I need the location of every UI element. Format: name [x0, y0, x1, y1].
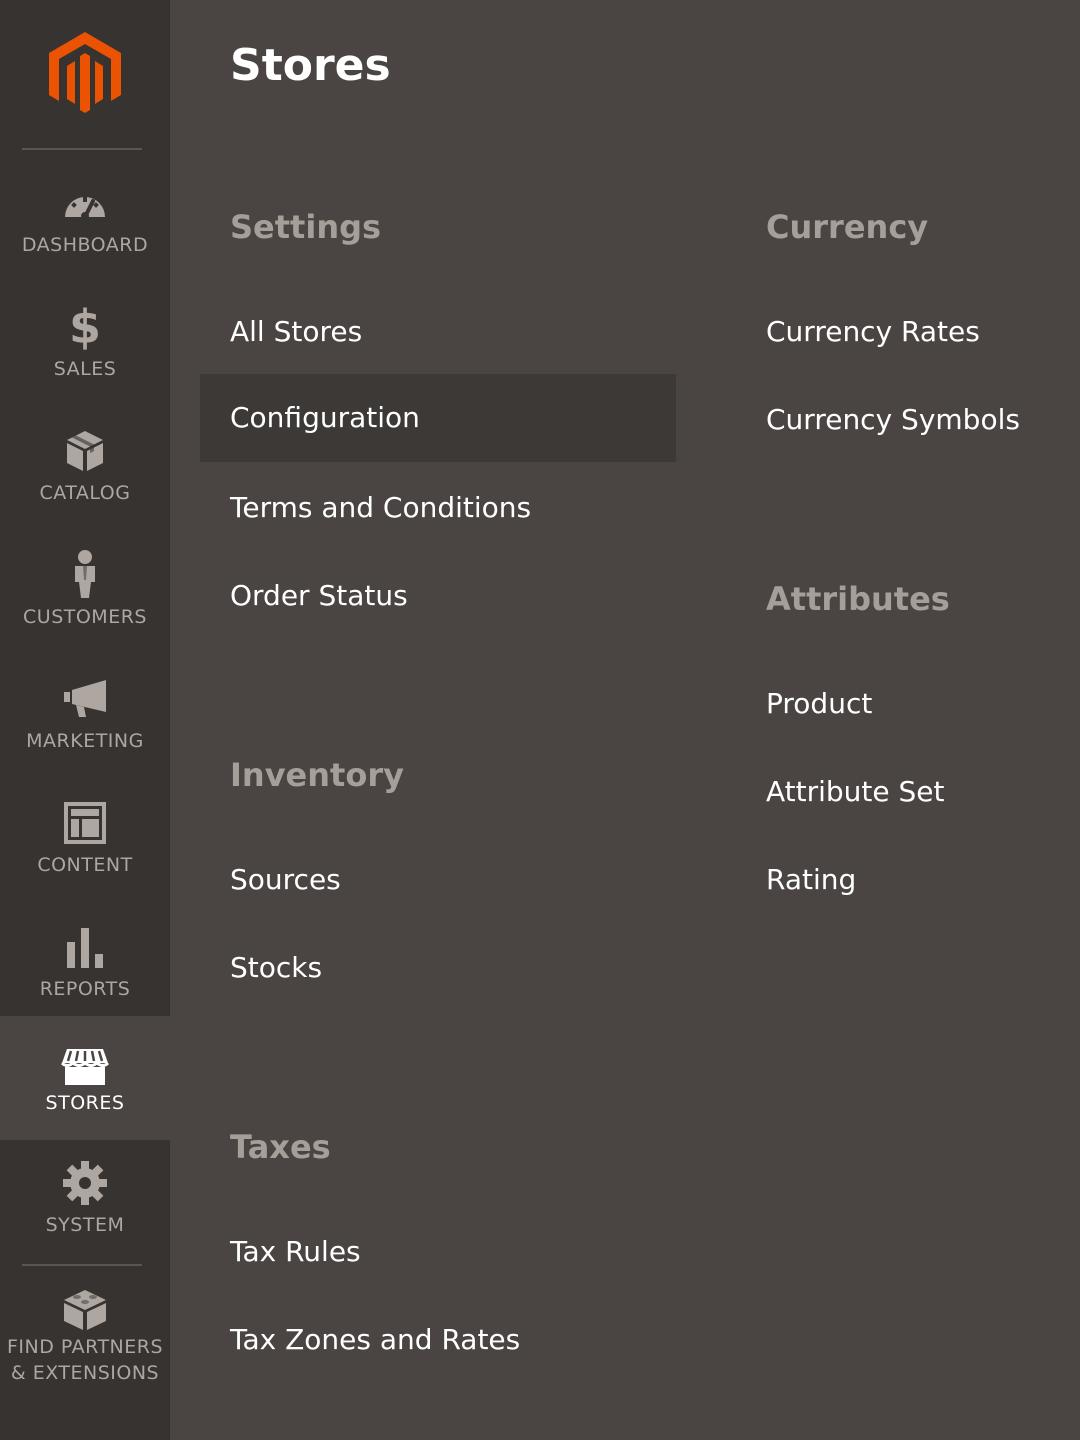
dollar-icon: $	[68, 300, 101, 354]
section-heading-taxes: Taxes	[230, 1128, 331, 1166]
sidebar-item-find-partners[interactable]: FIND PARTNERS & EXTENSIONS	[0, 1274, 170, 1424]
menu-link-configuration[interactable]: Configuration	[200, 374, 676, 462]
sidebar-item-label-line: & EXTENSIONS	[10, 1362, 160, 1384]
sidebar-item-catalog[interactable]: CATALOG	[0, 408, 170, 532]
menu-link-rating[interactable]: Rating	[766, 860, 856, 900]
sidebar-item-label: DASHBOARD	[21, 234, 149, 256]
menu-link-sources[interactable]: Sources	[230, 860, 341, 900]
menu-link-all-stores[interactable]: All Stores	[230, 312, 362, 352]
menu-link-product[interactable]: Product	[766, 684, 872, 724]
sidebar-item-stores[interactable]: STORES	[0, 1016, 170, 1140]
person-icon	[0, 550, 170, 598]
section-heading-settings: Settings	[230, 208, 382, 246]
section-heading-inventory: Inventory	[230, 756, 404, 794]
menu-link-order-status[interactable]: Order Status	[230, 576, 408, 616]
sidebar-item-reports[interactable]: REPORTS	[0, 904, 170, 1028]
section-heading-currency: Currency	[766, 208, 929, 246]
sidebar-item-label-line: FIND PARTNERS	[6, 1336, 164, 1358]
blocks-icon	[0, 1286, 170, 1332]
menu-link-stocks[interactable]: Stocks	[230, 948, 322, 988]
sidebar-item-label: CATALOG	[39, 482, 131, 504]
sidebar-divider	[22, 148, 142, 150]
sidebar-item-sales[interactable]: $ SALES	[0, 284, 170, 408]
sidebar-item-label: SYSTEM	[45, 1214, 125, 1236]
sidebar-item-customers[interactable]: CUSTOMERS	[0, 532, 170, 656]
magento-logo-icon	[49, 32, 121, 113]
box-icon	[0, 428, 170, 474]
page-title: Stores	[230, 40, 391, 91]
sidebar-divider	[22, 1264, 142, 1266]
menu-link-currency-rates[interactable]: Currency Rates	[766, 312, 980, 352]
sidebar-item-marketing[interactable]: MARKETING	[0, 656, 170, 780]
sidebar-item-label: CUSTOMERS	[23, 606, 147, 628]
menu-link-currency-symbols[interactable]: Currency Symbols	[766, 400, 1020, 440]
menu-link-tax-zones-and-rates[interactable]: Tax Zones and Rates	[230, 1320, 520, 1360]
admin-sidebar: DASHBOARD $ SALES CATALOG CUSTOMERS MARK…	[0, 0, 170, 1440]
menu-link-tax-rules[interactable]: Tax Rules	[230, 1232, 361, 1272]
layout-icon	[0, 800, 170, 846]
bar-chart-icon	[0, 924, 170, 970]
gear-icon	[0, 1160, 170, 1206]
magento-logo[interactable]	[0, 0, 170, 148]
sidebar-item-label: REPORTS	[39, 978, 131, 1000]
stores-menu-panel: Stores Settings All Stores Configuration…	[170, 0, 1080, 1440]
sidebar-item-dashboard[interactable]: DASHBOARD	[0, 160, 170, 284]
sidebar-item-label: SALES	[53, 358, 117, 380]
megaphone-icon	[0, 676, 170, 722]
sidebar-item-label: MARKETING	[26, 730, 144, 752]
storefront-icon	[0, 1044, 170, 1090]
sidebar-item-label: FIND PARTNERS & EXTENSIONS	[0, 1334, 170, 1386]
dashboard-icon	[0, 180, 170, 226]
sidebar-item-system[interactable]: SYSTEM	[0, 1140, 170, 1264]
section-heading-attributes: Attributes	[766, 580, 950, 618]
sidebar-item-content[interactable]: CONTENT	[0, 780, 170, 904]
sidebar-item-label: CONTENT	[37, 854, 133, 876]
menu-link-terms-and-conditions[interactable]: Terms and Conditions	[230, 488, 531, 528]
sidebar-item-label: STORES	[45, 1092, 125, 1114]
menu-link-attribute-set[interactable]: Attribute Set	[766, 772, 945, 812]
